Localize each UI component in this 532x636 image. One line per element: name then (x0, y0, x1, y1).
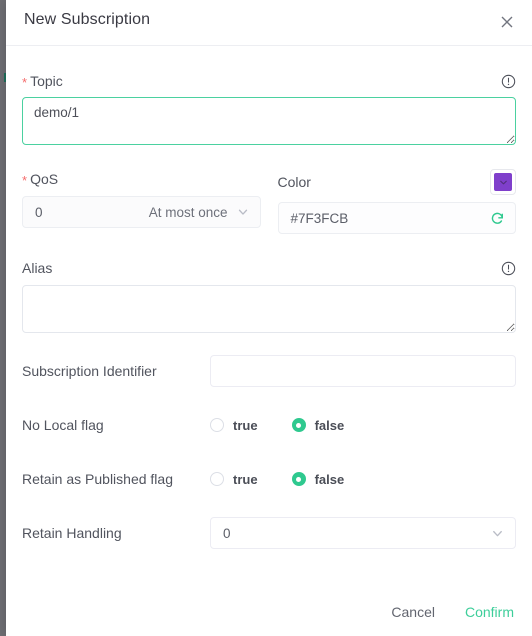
color-field-group: Color #7F3FCB (277, 169, 516, 234)
qos-required-marker: * (22, 173, 28, 188)
alias-info-icon[interactable] (501, 261, 516, 276)
chevron-down-icon (236, 205, 250, 219)
retain-handling-value: 0 (223, 525, 231, 541)
qos-selected-hint: At most once (148, 204, 228, 220)
color-swatch (494, 173, 512, 191)
chevron-down-icon (499, 180, 507, 184)
qos-label: * QoS (22, 171, 59, 188)
retain-as-published-flag-row: Retain as Published flag true false (22, 463, 516, 495)
topic-label-text: Topic (30, 73, 63, 89)
dialog-header: New Subscription (6, 0, 532, 46)
cancel-button[interactable]: Cancel (389, 600, 437, 624)
no-local-flag-option-false[interactable]: false (291, 417, 345, 433)
chevron-down-icon (490, 526, 505, 541)
qos-selected-value: 0 (35, 204, 43, 220)
qos-color-row: * QoS 0 At most once Color #7F3FCB (22, 169, 516, 234)
refresh-icon[interactable] (490, 211, 505, 226)
retain-handling-row: Retain Handling 0 (22, 517, 516, 549)
new-subscription-dialog: New Subscription * Topic demo/1 * QoS 0 … (6, 0, 532, 636)
alias-field-group: Alias (22, 260, 516, 333)
color-label: Color (277, 174, 311, 190)
color-hex-value: #7F3FCB (290, 210, 349, 226)
no-local-flag-control: true false (210, 418, 516, 433)
subscription-identifier-label: Subscription Identifier (22, 363, 157, 379)
dialog-title: New Subscription (24, 11, 151, 28)
color-label-row: Color (277, 169, 516, 195)
alias-label: Alias (22, 260, 53, 276)
retain-as-published-flag-false-label: false (314, 471, 345, 487)
topic-field-group: * Topic (22, 46, 516, 145)
retain-as-published-flag-control: true false (210, 472, 516, 487)
alias-input-wrap (22, 285, 516, 333)
close-icon[interactable] (497, 12, 517, 32)
qos-field-group: * QoS 0 At most once (22, 171, 261, 234)
color-swatch-button[interactable] (490, 169, 516, 195)
topic-label-row: * Topic (22, 73, 516, 90)
no-local-flag-false-label: false (314, 417, 345, 433)
retain-as-published-flag-option-true[interactable]: true (210, 472, 258, 487)
confirm-button[interactable]: Confirm (463, 600, 516, 624)
qos-select[interactable]: 0 At most once (22, 196, 261, 228)
retain-as-published-flag-option-false[interactable]: false (291, 471, 345, 487)
topic-label: * Topic (22, 73, 63, 90)
subscription-identifier-row: Subscription Identifier (22, 355, 516, 387)
dialog-body: *Topic *QoS (6, 46, 532, 549)
no-local-flag-label: No Local flag (22, 417, 104, 433)
radio-icon-selected (291, 472, 306, 486)
no-local-flag-true-label: true (233, 417, 258, 433)
no-local-flag-option-true[interactable]: true (210, 418, 258, 433)
dialog-footer: Cancel Confirm (389, 600, 516, 624)
radio-icon (210, 418, 224, 432)
radio-icon-selected (291, 418, 306, 432)
retain-as-published-flag-radio-group: true false (210, 472, 516, 487)
color-input-row[interactable]: #7F3FCB (277, 202, 516, 234)
subscription-identifier-input[interactable] (210, 355, 516, 387)
topic-required-marker: * (22, 75, 28, 90)
topic-info-icon[interactable] (501, 74, 516, 89)
retain-as-published-flag-true-label: true (233, 471, 258, 487)
retain-handling-label: Retain Handling (22, 525, 122, 541)
alias-input[interactable] (22, 285, 516, 333)
radio-icon (210, 472, 224, 486)
qos-label-row: * QoS (22, 171, 261, 188)
no-local-flag-radio-group: true false (210, 418, 516, 433)
alias-label-row: Alias (22, 260, 516, 276)
retain-handling-control: 0 (210, 517, 516, 549)
subscription-identifier-control (210, 355, 516, 387)
retain-handling-select[interactable]: 0 (210, 517, 516, 549)
retain-as-published-flag-label: Retain as Published flag (22, 471, 173, 487)
qos-label-text: QoS (30, 171, 59, 187)
no-local-flag-row: No Local flag true false (22, 409, 516, 441)
topic-input-wrap (22, 97, 516, 145)
topic-input[interactable] (22, 97, 516, 145)
